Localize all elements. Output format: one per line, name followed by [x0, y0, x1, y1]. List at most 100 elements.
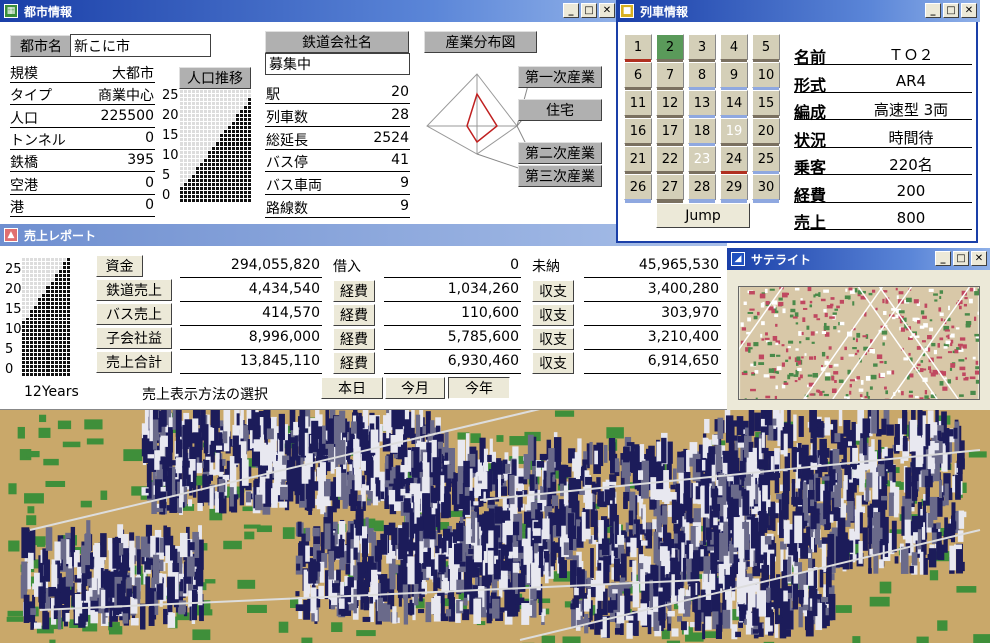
building: [45, 527, 53, 551]
satellite-pixel: [806, 325, 810, 330]
maximize-button[interactable]: □: [581, 3, 597, 18]
chart-cell: [46, 313, 50, 317]
balance-label[interactable]: 収支: [532, 352, 574, 374]
jump-button[interactable]: Jump: [656, 203, 750, 228]
train-slot-number: 30: [757, 179, 775, 195]
train-slot-1[interactable]: 1: [624, 34, 652, 63]
train-slot-28[interactable]: 28: [688, 174, 716, 203]
close-button[interactable]: ✕: [961, 3, 977, 18]
building: [704, 418, 710, 434]
expense-label[interactable]: 経費: [333, 304, 375, 326]
building: [444, 460, 450, 465]
train-slot-17[interactable]: 17: [656, 118, 684, 147]
train-slot-15[interactable]: 15: [752, 90, 780, 119]
train-slot-4[interactable]: 4: [720, 34, 748, 63]
train-slot-9[interactable]: 9: [720, 62, 748, 91]
industry-distribution-button[interactable]: 産業分布図: [424, 31, 537, 53]
building: [887, 448, 894, 473]
chart-cell: [38, 357, 42, 361]
train-slot-20[interactable]: 20: [752, 118, 780, 147]
chart-cell: [46, 329, 50, 333]
chart-cell: [244, 190, 247, 194]
building: [21, 561, 28, 592]
city-name-field[interactable]: 新こに市: [70, 34, 211, 57]
building: [279, 427, 284, 452]
train-slot-14[interactable]: 14: [720, 90, 748, 119]
balance-label[interactable]: 収支: [532, 328, 574, 350]
sales-category-button[interactable]: 子会社益: [96, 327, 172, 349]
train-slot-5[interactable]: 5: [752, 34, 780, 63]
close-button[interactable]: ✕: [599, 3, 615, 18]
chart-cell: [58, 337, 62, 341]
sales-category-button[interactable]: バス売上: [96, 303, 172, 325]
train-slot-12[interactable]: 12: [656, 90, 684, 119]
chart-cell: [208, 114, 211, 118]
chart-cell: [54, 317, 58, 321]
train-slot-6[interactable]: 6: [624, 62, 652, 91]
chart-cell: [38, 293, 42, 297]
chart-cell: [26, 353, 30, 357]
city-info-titlebar[interactable]: ▦ 都市情報 _ □ ✕: [0, 0, 618, 22]
train-info-titlebar[interactable]: ■ 列車情報 _ □ ✕: [616, 0, 980, 22]
satellite-pixel: [761, 321, 765, 326]
expense-label[interactable]: 経費: [333, 328, 375, 350]
train-slot-22[interactable]: 22: [656, 146, 684, 175]
train-slot-27[interactable]: 27: [656, 174, 684, 203]
satellite-pixel: [769, 353, 776, 358]
building: [425, 462, 430, 488]
train-slot-13[interactable]: 13: [688, 90, 716, 119]
chart-cell: [66, 321, 70, 325]
sales-category-button[interactable]: 鉄道売上: [96, 279, 172, 301]
balance-label[interactable]: 収支: [532, 304, 574, 326]
chart-cell: [180, 190, 183, 194]
chart-cell: [236, 142, 239, 146]
train-slot-16[interactable]: 16: [624, 118, 652, 147]
minimize-button[interactable]: _: [935, 251, 951, 266]
chart-cell: [220, 162, 223, 166]
satellite-pixel: [826, 305, 833, 309]
period-year-button[interactable]: 今年: [448, 377, 510, 399]
train-slot-19[interactable]: 19: [720, 118, 748, 147]
balance-label[interactable]: 収支: [532, 280, 574, 302]
chart-cell: [54, 313, 58, 317]
train-slot-2[interactable]: 2: [656, 34, 684, 63]
train-slot-26[interactable]: 26: [624, 174, 652, 203]
city-map-view[interactable]: [0, 410, 990, 643]
period-month-button[interactable]: 今月: [385, 377, 445, 399]
train-slot-18[interactable]: 18: [688, 118, 716, 147]
period-today-button[interactable]: 本日: [321, 377, 383, 399]
chart-cell: [62, 309, 66, 313]
train-slot-8[interactable]: 8: [688, 62, 716, 91]
sales-category-button[interactable]: 売上合計: [96, 351, 172, 373]
train-slot-23[interactable]: 23: [688, 146, 716, 175]
train-slot-3[interactable]: 3: [688, 34, 716, 63]
sales-category-button[interactable]: 資金: [96, 255, 143, 277]
train-slot-25[interactable]: 25: [752, 146, 780, 175]
close-button[interactable]: ✕: [971, 251, 987, 266]
train-slot-30[interactable]: 30: [752, 174, 780, 203]
chart-cell: [42, 297, 46, 301]
satellite-pixel: [839, 299, 845, 304]
train-slot-21[interactable]: 21: [624, 146, 652, 175]
train-slot-7[interactable]: 7: [656, 62, 684, 91]
chart-cell: [180, 150, 183, 154]
building: [728, 497, 734, 526]
train-slot-10[interactable]: 10: [752, 62, 780, 91]
satellite-map[interactable]: [738, 286, 980, 400]
train-slot-number: 1: [633, 39, 643, 55]
maximize-button[interactable]: □: [953, 251, 969, 266]
chart-cell: [220, 90, 223, 94]
train-slot-11[interactable]: 11: [624, 90, 652, 119]
maximize-button[interactable]: □: [943, 3, 959, 18]
city-stat-value: 0: [145, 174, 154, 191]
train-slot-24[interactable]: 24: [720, 146, 748, 175]
minimize-button[interactable]: _: [563, 3, 579, 18]
expense-label[interactable]: 経費: [333, 352, 375, 374]
satellite-titlebar[interactable]: ◢ サテライト _ □ ✕: [727, 248, 990, 270]
train-slot-29[interactable]: 29: [720, 174, 748, 203]
train-status-bar: [753, 199, 779, 203]
chart-cell: [30, 317, 34, 321]
expense-label[interactable]: 経費: [333, 280, 375, 302]
train-slot-number: 12: [661, 95, 679, 111]
minimize-button[interactable]: _: [925, 3, 941, 18]
